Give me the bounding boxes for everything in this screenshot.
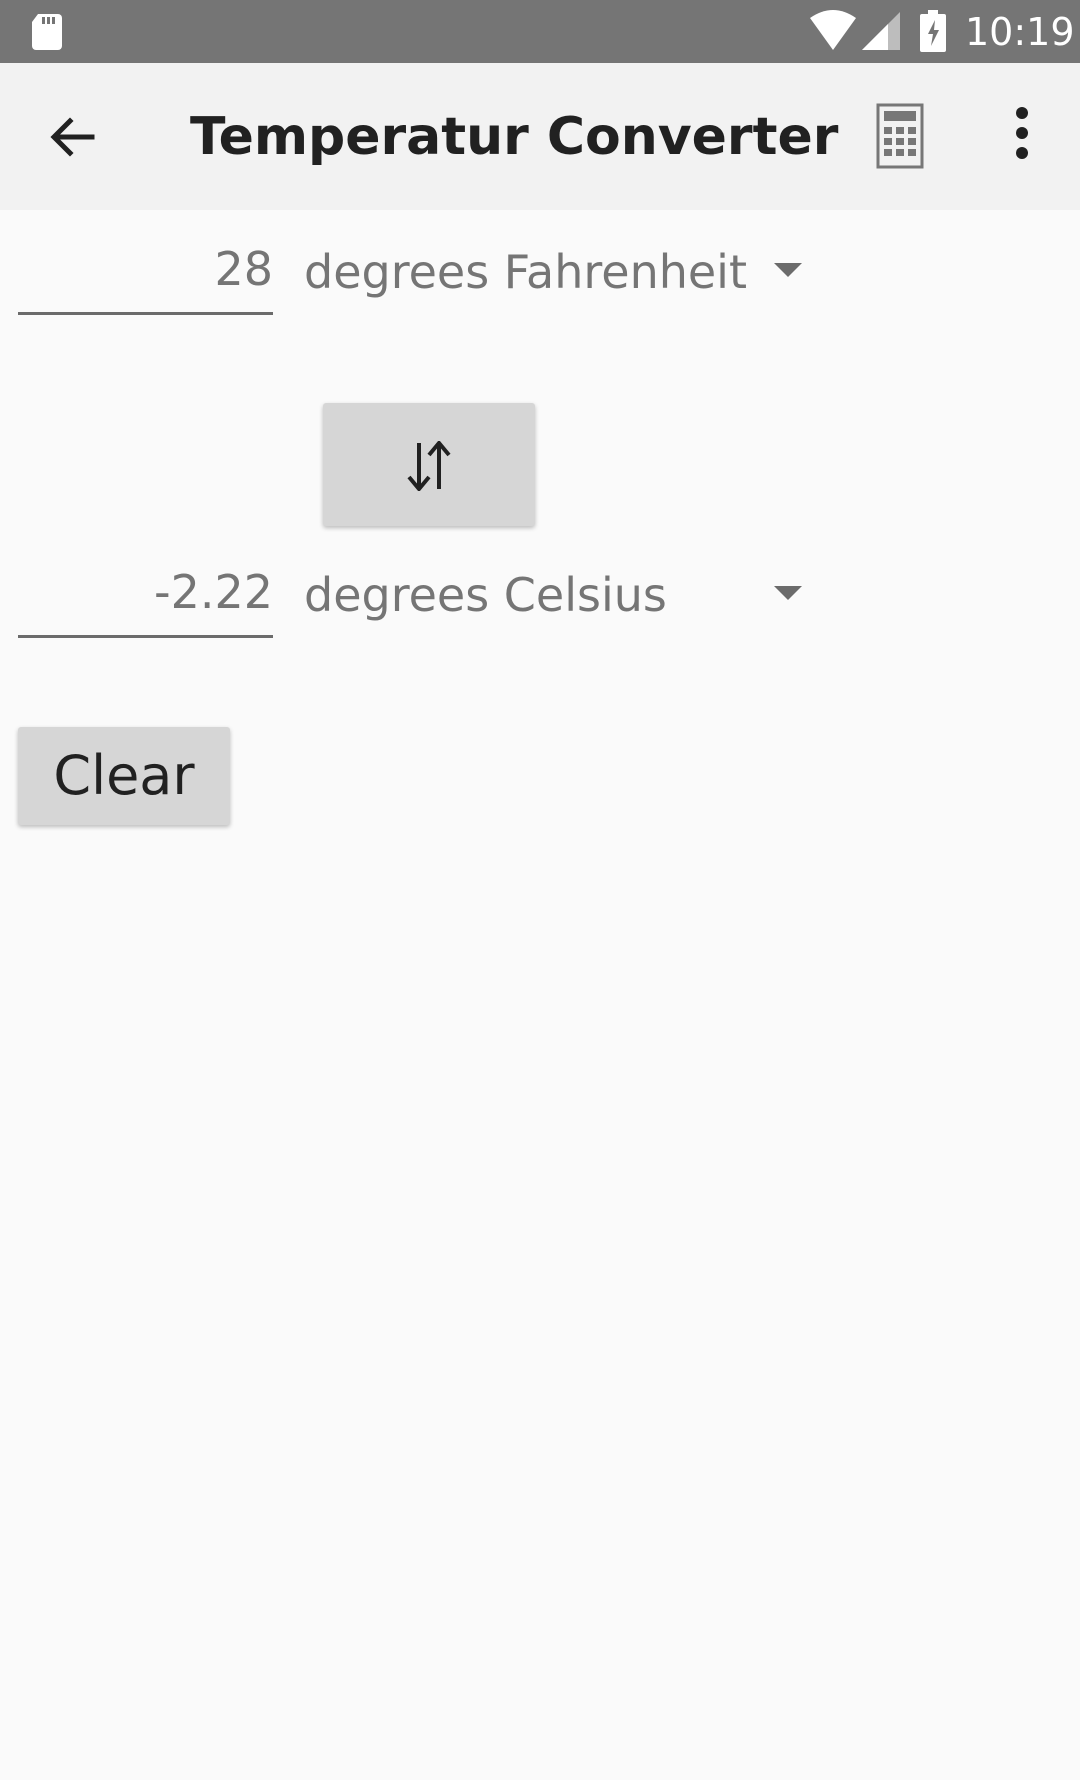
clear-button[interactable]: Clear (18, 727, 230, 825)
dropdown-arrow-icon (774, 263, 802, 277)
swap-units-button[interactable] (323, 403, 535, 526)
sd-card-icon (32, 14, 62, 50)
from-row: degrees Fahrenheit (0, 225, 1080, 335)
battery-charging-icon (920, 10, 946, 52)
calculator-icon[interactable] (876, 103, 924, 169)
to-value-input[interactable] (18, 548, 273, 638)
page-title: Temperatur Converter (190, 107, 839, 167)
from-unit-label: degrees Fahrenheit (304, 245, 747, 299)
wifi-icon (810, 10, 856, 50)
app-bar: Temperatur Converter (0, 63, 1080, 210)
status-time: 10:19 (965, 10, 1075, 54)
to-unit-dropdown[interactable]: degrees Celsius (304, 548, 824, 638)
status-bar: 10:19 (0, 0, 1080, 63)
from-unit-dropdown[interactable]: degrees Fahrenheit (304, 225, 824, 315)
dropdown-arrow-icon (774, 586, 802, 600)
more-vert-icon[interactable] (1000, 103, 1044, 167)
swap-vert-icon (407, 441, 451, 491)
back-arrow-icon[interactable] (44, 109, 100, 165)
to-unit-label: degrees Celsius (304, 568, 667, 622)
from-value-input[interactable] (18, 225, 273, 315)
signal-icon (862, 12, 900, 50)
to-row: degrees Celsius (0, 548, 1080, 658)
